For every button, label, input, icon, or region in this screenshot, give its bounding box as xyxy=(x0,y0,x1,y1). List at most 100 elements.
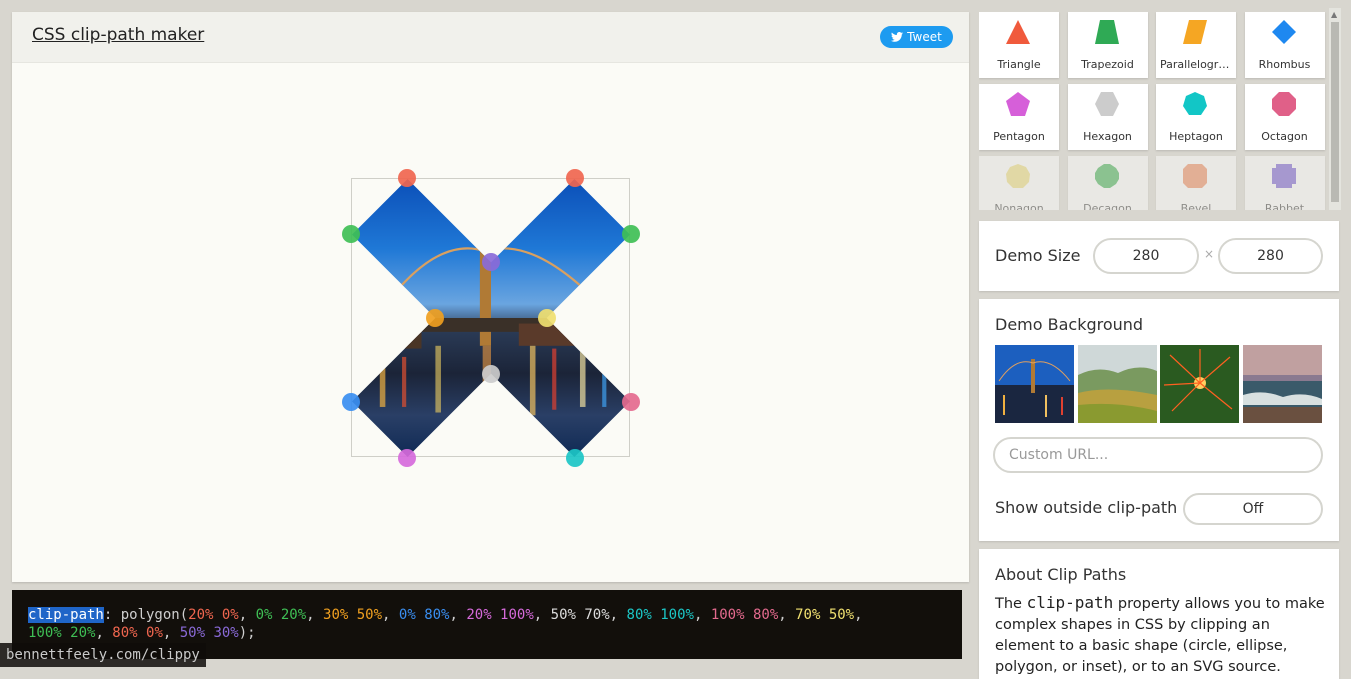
shape-preset-hexagon[interactable]: Hexagon xyxy=(1067,84,1148,150)
tweet-button[interactable]: Tweet xyxy=(880,26,953,48)
code-token: , xyxy=(778,607,796,623)
decagon-icon xyxy=(1094,164,1119,188)
code-token: , xyxy=(238,607,256,623)
code-token: 80% 100% xyxy=(626,607,694,623)
demo-background-title: Demo Background xyxy=(995,315,1144,334)
code-token: 70% 50% xyxy=(795,607,855,623)
heptagon-icon xyxy=(1183,92,1207,115)
code-token: 100% 20% xyxy=(28,625,96,641)
code-token: 50% 70% xyxy=(550,607,610,623)
triangle-icon xyxy=(1006,20,1030,44)
shape-preset-bevel[interactable]: Bevel xyxy=(1156,156,1236,210)
shape-preset-triangle[interactable]: Triangle xyxy=(979,12,1059,78)
hexagon-icon xyxy=(1094,92,1119,116)
code-token: 0% 80% xyxy=(398,607,450,623)
shape-preset-rabbet[interactable]: Rabbet xyxy=(1244,156,1325,210)
shape-preset-rhombus[interactable]: Rhombus xyxy=(1244,12,1325,78)
code-token: , xyxy=(449,607,467,623)
about-description: The clip-path property allows you to mak… xyxy=(995,592,1325,678)
code-token: ); xyxy=(238,625,256,641)
polygon-point-handle[interactable] xyxy=(426,309,444,327)
editor-panel: CSS clip-path maker Tweet xyxy=(12,12,969,582)
shape-presets-grid: Triangle Trapezoid Parallelogram Rhombus Pen… xyxy=(979,12,1327,210)
shape-preset-octagon[interactable]: Octagon xyxy=(1244,84,1325,150)
shape-preset-label: Triangle xyxy=(997,58,1041,71)
demo-size-panel: Demo Size 280 × 280 xyxy=(979,221,1339,291)
code-token: , xyxy=(162,625,180,641)
code-token: 80% 0% xyxy=(112,625,163,641)
shape-preset-label: Heptagon xyxy=(1169,130,1223,143)
polygon-point-handle[interactable] xyxy=(538,309,556,327)
shape-preset-nonagon[interactable]: Nonagon xyxy=(979,156,1059,210)
show-outside-toggle[interactable]: Off xyxy=(1183,493,1323,525)
rabbet-icon xyxy=(1271,164,1296,188)
editor-header: CSS clip-path maker Tweet xyxy=(12,12,969,63)
about-code-word: clip-path xyxy=(1026,593,1114,612)
polygon-point-handle[interactable] xyxy=(342,225,360,243)
shape-preset-label: Hexagon xyxy=(1083,130,1132,143)
polygon-point-handle[interactable] xyxy=(622,393,640,411)
about-panel: About Clip Paths The clip-path property … xyxy=(979,549,1339,679)
code-token: , xyxy=(609,607,627,623)
code-token: 100% 80% xyxy=(710,607,779,623)
shape-preset-label: Pentagon xyxy=(993,130,1045,143)
polygon-point-handle[interactable] xyxy=(622,225,640,243)
code-token: , xyxy=(854,607,863,623)
polygon-point-handle[interactable] xyxy=(398,449,416,467)
shape-preset-label: Octagon xyxy=(1261,130,1308,143)
shape-preset-label: Decagon xyxy=(1083,202,1132,210)
code-token: , xyxy=(382,607,399,623)
shape-preset-pentagon[interactable]: Pentagon xyxy=(979,84,1059,150)
clipped-demo-image xyxy=(352,179,630,457)
bg-thumb-hills[interactable] xyxy=(1078,345,1157,423)
shape-preset-label: Nonagon xyxy=(994,202,1044,210)
demo-height-input[interactable]: 280 xyxy=(1218,238,1323,274)
size-separator: × xyxy=(1204,247,1215,261)
tweet-label: Tweet xyxy=(907,30,942,44)
code-token: 0% 20% xyxy=(255,607,307,623)
custom-url-input[interactable]: Custom URL... xyxy=(993,437,1323,473)
nonagon-icon xyxy=(1006,164,1030,188)
code-line-1: clip-path: polygon(20% 0%, 0% 20%, 30% 5… xyxy=(28,606,863,624)
scroll-thumb[interactable] xyxy=(1331,22,1339,202)
bevel-icon xyxy=(1183,164,1207,188)
app-title-link[interactable]: CSS clip-path maker xyxy=(32,25,204,45)
code-token: 20% 0% xyxy=(188,607,239,623)
shape-preset-label: Rabbet xyxy=(1264,202,1305,210)
demo-width-input[interactable]: 280 xyxy=(1093,238,1199,274)
code-line-2: 100% 20%, 80% 0%, 50% 30%); xyxy=(28,624,256,642)
trapezoid-icon xyxy=(1094,20,1119,44)
shape-preset-decagon[interactable]: Decagon xyxy=(1067,156,1148,210)
shape-preset-label: Trapezoid xyxy=(1081,58,1134,71)
polygon-point-handle[interactable] xyxy=(566,169,584,187)
bg-thumb-sparkler[interactable] xyxy=(1160,345,1239,423)
polygon-point-handle[interactable] xyxy=(342,393,360,411)
polygon-point-handle[interactable] xyxy=(398,169,416,187)
bg-thumb-ocean[interactable] xyxy=(1243,345,1322,423)
shape-preset-parallelogram[interactable]: Parallelogram xyxy=(1156,12,1236,78)
octagon-icon xyxy=(1271,92,1296,116)
pentagon-icon xyxy=(1006,92,1030,116)
shape-preset-heptagon[interactable]: Heptagon xyxy=(1156,84,1236,150)
code-token: 20% 100% xyxy=(466,607,534,623)
shape-preset-label: Parallelogram xyxy=(1160,58,1236,71)
polygon-point-handle[interactable] xyxy=(482,253,500,271)
bg-thumb-bridge[interactable] xyxy=(995,345,1074,423)
shapes-scrollbar[interactable]: ▲ xyxy=(1329,8,1341,210)
code-token: , xyxy=(95,625,113,641)
twitter-bird-icon xyxy=(891,32,904,42)
code-property: clip-path xyxy=(28,607,104,623)
about-text-before: The xyxy=(995,596,1027,612)
shape-preset-label: Bevel xyxy=(1180,202,1212,210)
shape-preset-label: Rhombus xyxy=(1258,58,1311,71)
code-token: , xyxy=(306,607,324,623)
polygon-point-handle[interactable] xyxy=(566,449,584,467)
polygon-point-handle[interactable] xyxy=(482,365,500,383)
code-token: , xyxy=(693,607,711,623)
code-token: 50% 30% xyxy=(179,625,239,641)
scroll-up-icon[interactable]: ▲ xyxy=(1331,10,1337,19)
author-link[interactable]: bennettfeely.com/clippy xyxy=(0,643,206,667)
rhombus-icon xyxy=(1271,20,1296,44)
shape-preset-trapezoid[interactable]: Trapezoid xyxy=(1067,12,1148,78)
about-title: About Clip Paths xyxy=(995,565,1127,584)
